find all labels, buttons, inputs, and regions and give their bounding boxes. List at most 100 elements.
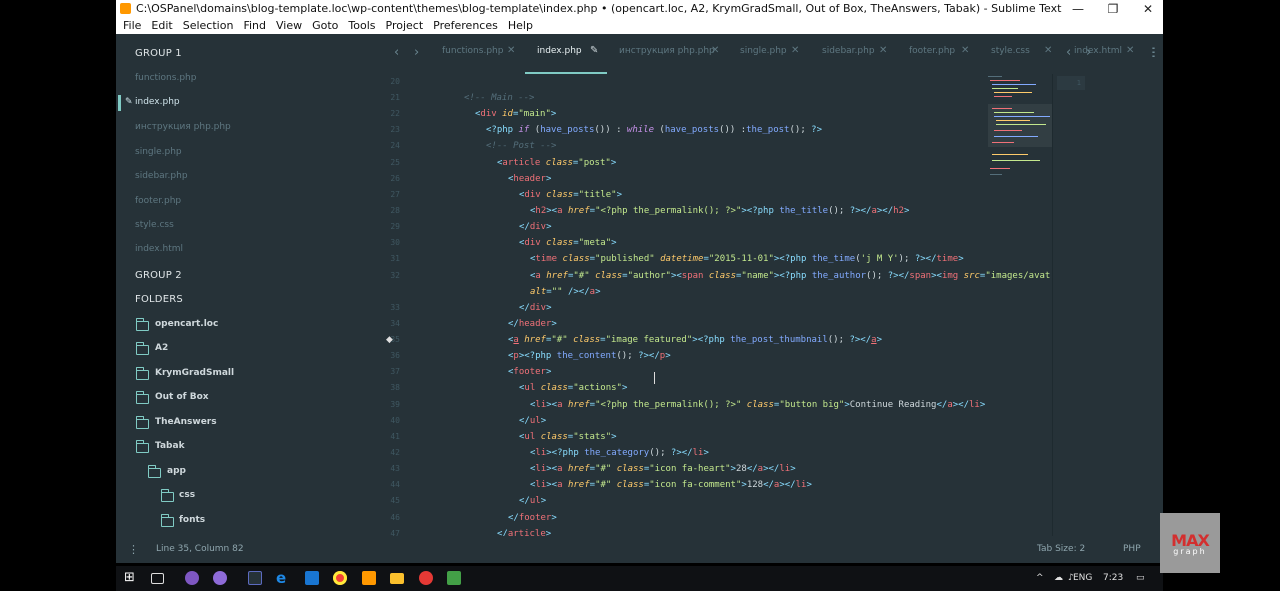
code-line: </header> xyxy=(508,319,557,329)
clock-time[interactable]: 7:23 xyxy=(1103,566,1123,591)
pane2-next-arrow-icon[interactable]: › xyxy=(1086,45,1091,60)
menu-file[interactable]: File xyxy=(123,18,141,33)
code-line: <div id="main"> xyxy=(475,109,557,119)
outlook-icon[interactable] xyxy=(305,571,319,585)
menu-goto[interactable]: Goto xyxy=(312,18,338,33)
folder-a2[interactable]: A2 xyxy=(155,343,168,353)
tabs-next-arrow-icon[interactable]: › xyxy=(414,45,419,60)
tab-close-icon[interactable]: ✕ xyxy=(791,45,799,56)
folder-theanswers[interactable]: TheAnswers xyxy=(155,417,217,427)
minimap[interactable] xyxy=(986,74,1052,194)
app-grid-icon[interactable] xyxy=(447,571,461,585)
menu-project[interactable]: Project xyxy=(386,18,424,33)
folder-open-icon xyxy=(135,440,149,453)
folder-opencart[interactable]: opencart.loc xyxy=(155,319,218,329)
code-line: <ul class="actions"> xyxy=(519,383,628,393)
close-button[interactable]: ✕ xyxy=(1133,0,1163,18)
line-number: 46 xyxy=(390,513,400,522)
sidebar-file-single[interactable]: single.php xyxy=(135,147,182,157)
folder-icon xyxy=(135,391,149,404)
tab-single[interactable]: single.php xyxy=(740,46,787,56)
sublime-app-icon xyxy=(120,3,131,14)
tab-footer[interactable]: footer.php xyxy=(909,46,955,56)
code-line: <a href="#" class="image featured"><?php… xyxy=(508,335,882,345)
menu-help[interactable]: Help xyxy=(508,18,533,33)
tab-style[interactable]: style.css xyxy=(991,46,1030,56)
line-number: 31 xyxy=(390,254,400,263)
tab-functions[interactable]: functions.php xyxy=(442,46,503,56)
tab-dirty-pencil-icon[interactable]: ✎ xyxy=(590,45,598,56)
menu-preferences[interactable]: Preferences xyxy=(433,18,498,33)
code-line: <li><a href="#" class="icon fa-comment">… xyxy=(530,480,812,490)
folder-fonts[interactable]: fonts xyxy=(179,515,205,525)
secondary-editor-pane[interactable]: 1 xyxy=(1052,74,1163,536)
watermark-sub: graph xyxy=(1173,547,1207,556)
cursor-position[interactable]: Line 35, Column 82 xyxy=(156,536,244,563)
folder-open-icon xyxy=(147,465,161,478)
line-number: 45 xyxy=(390,496,400,505)
tab-close-icon[interactable]: ✕ xyxy=(879,45,887,56)
sidebar-file-index-html[interactable]: index.html xyxy=(135,244,183,254)
sidebar-file-sidebar[interactable]: sidebar.php xyxy=(135,171,188,181)
code-line: </article> xyxy=(497,529,552,536)
file-explorer-icon[interactable] xyxy=(390,573,404,584)
task-view-icon[interactable] xyxy=(151,573,164,584)
line-number: 20 xyxy=(390,77,400,86)
code-line: <li><a href="<?php the_permalink(); ?>" … xyxy=(530,400,986,410)
syntax-mode[interactable]: PHP xyxy=(1123,536,1141,563)
line-number: 34 xyxy=(390,319,400,328)
menu-selection[interactable]: Selection xyxy=(183,18,234,33)
code-line: <time class="published" datetime="2015-1… xyxy=(530,254,964,264)
menu-view[interactable]: View xyxy=(276,18,302,33)
tab-instruction[interactable]: инструкция php.php xyxy=(619,46,715,56)
pane2-menu-icon[interactable]: ⋮ xyxy=(1148,45,1160,59)
sync-icon[interactable]: ☁ xyxy=(1054,566,1063,591)
status-menu-icon[interactable]: ⋮ xyxy=(128,536,139,563)
menu-edit[interactable]: Edit xyxy=(151,18,172,33)
sublime-text-taskbar-icon[interactable] xyxy=(362,571,376,585)
recorder-icon[interactable] xyxy=(419,571,433,585)
tab-close-icon[interactable]: ✕ xyxy=(711,45,719,56)
tab-close-icon[interactable]: ✕ xyxy=(961,45,969,56)
code-line: <li><a href="#" class="icon fa-heart">28… xyxy=(530,464,796,474)
sidebar-file-functions[interactable]: functions.php xyxy=(135,73,196,83)
line-number: 38 xyxy=(390,383,400,392)
chrome-icon[interactable] xyxy=(333,571,347,585)
tabs-prev-arrow-icon[interactable]: ‹ xyxy=(394,45,399,60)
folder-out-of-box[interactable]: Out of Box xyxy=(155,392,209,402)
tab-sidebar[interactable]: sidebar.php xyxy=(822,46,875,56)
line-number: 22 xyxy=(390,109,400,118)
menu-find[interactable]: Find xyxy=(243,18,266,33)
code-line: </footer> xyxy=(508,513,557,523)
line-number: 41 xyxy=(390,432,400,441)
window-title: C:\OSPanel\domains\blog-template.loc\wp-… xyxy=(136,2,1062,15)
menu-tools[interactable]: Tools xyxy=(348,18,375,33)
input-language[interactable]: ENG xyxy=(1073,566,1092,591)
tab-close-icon[interactable]: ✕ xyxy=(507,45,515,56)
task-manager-icon[interactable] xyxy=(248,571,262,585)
edge-browser-icon[interactable]: e xyxy=(276,571,290,586)
maximize-button[interactable]: ❐ xyxy=(1098,0,1128,18)
pane2-prev-arrow-icon[interactable]: ‹ xyxy=(1066,45,1071,60)
sidebar-file-index[interactable]: index.php xyxy=(135,97,180,107)
sidebar-file-footer[interactable]: footer.php xyxy=(135,196,181,206)
viber-icon[interactable] xyxy=(185,571,199,585)
sidebar-file-instruction[interactable]: инструкция php.php xyxy=(135,122,231,132)
folder-tabak[interactable]: Tabak xyxy=(155,441,185,451)
folder-app[interactable]: app xyxy=(167,466,186,476)
tray-chevron-up-icon[interactable]: ^ xyxy=(1036,566,1044,591)
folder-icon xyxy=(160,514,174,527)
minimap-viewport[interactable] xyxy=(988,104,1052,147)
line-number: 30 xyxy=(390,238,400,247)
folder-css[interactable]: css xyxy=(179,490,195,500)
minimize-button[interactable]: — xyxy=(1063,0,1093,18)
sidebar-file-style[interactable]: style.css xyxy=(135,220,174,230)
notifications-icon[interactable]: ▭ xyxy=(1136,566,1145,591)
code-line: </div> xyxy=(519,303,552,313)
viber-alt-icon[interactable] xyxy=(213,571,227,585)
windows-start-icon[interactable]: ⊞ xyxy=(124,571,138,585)
tab-index[interactable]: index.php xyxy=(537,46,582,56)
code-editor[interactable]: 20 21 22 23 24 25 26 27 28 29 30 31 32 3… xyxy=(301,74,1051,536)
folder-krymgradsmall[interactable]: KrymGradSmall xyxy=(155,368,234,378)
tab-size[interactable]: Tab Size: 2 xyxy=(1037,536,1085,563)
